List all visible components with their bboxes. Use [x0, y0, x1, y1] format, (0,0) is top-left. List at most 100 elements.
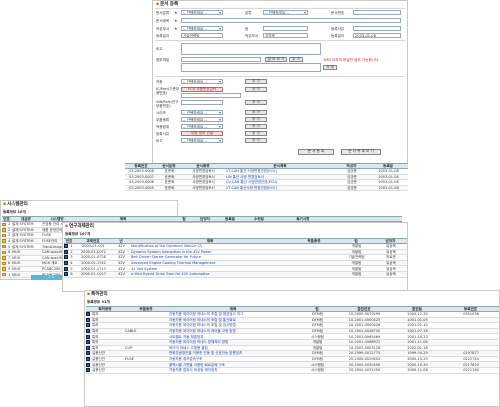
- add-file-button[interactable]: 추 가: [289, 57, 303, 62]
- row-checkbox[interactable]: [64, 266, 68, 271]
- pat-title-cell[interactable]: 자동차용 와이어링 하네스의 조립 및 점검검사 지그: [168, 312, 298, 316]
- series-select[interactable]: -- 선택하세요 --: [181, 110, 223, 115]
- row-checkbox[interactable]: [86, 351, 90, 356]
- folder-icon: [2, 261, 6, 266]
- res-no-cell: 6: [70, 272, 73, 277]
- writer-dept-select[interactable]: -- 선택하세요 --: [181, 26, 223, 31]
- row-checkbox[interactable]: [86, 334, 90, 339]
- doc-kind-cell: 사양변경검토서: [192, 180, 215, 185]
- ic-part-label: IC/Part(기준부품번호): [156, 87, 180, 96]
- team-input[interactable]: 기술전략팀: [181, 33, 223, 38]
- ecu-input-button[interactable]: ECU 부품번호입력: [181, 87, 223, 92]
- attach-notice: 1MB 이하의 파일만 첨부 가능합니다.: [323, 58, 380, 62]
- pat-col-kind: 특허종류: [98, 306, 112, 311]
- series-add-button[interactable]: 추 가: [245, 110, 267, 115]
- row-checkbox[interactable]: [64, 244, 68, 249]
- pat-regno-cell: 0197877: [463, 351, 479, 356]
- spec-add-button[interactable]: 추 가: [245, 117, 267, 122]
- row-checkbox[interactable]: [64, 249, 68, 254]
- row-checkbox[interactable]: [86, 345, 90, 350]
- res-title-cell[interactable]: 42 Volt System: [130, 267, 290, 271]
- pat-title-cell[interactable]: 자동차용 와이어링 하네스의 케이블 고정 방법: [168, 329, 298, 333]
- pat-team-cell: DFM팀: [312, 312, 323, 317]
- scope-select[interactable]: -- 선택하세요 --: [181, 124, 223, 129]
- doc-name-input[interactable]: [181, 18, 401, 23]
- pat-title-cell[interactable]: 자동차용 와이어링 하네스 방재처리 방법: [168, 340, 298, 344]
- vin-part-input[interactable]: [181, 100, 223, 105]
- attach-input[interactable]: [181, 57, 261, 62]
- row-checkbox[interactable]: [86, 312, 90, 317]
- pat-title-cell[interactable]: 변화무쌍경관을 이용한 진동 및 신호전송 방향장치: [168, 351, 298, 355]
- res-title-cell[interactable]: Identification of the Optimum Vehicle (2…: [130, 244, 290, 248]
- vin-add-button[interactable]: 추 가: [245, 100, 267, 105]
- row-checkbox[interactable]: [86, 329, 90, 334]
- pat-appno-cell: 10-2001-0065469: [348, 334, 381, 339]
- pat-title-cell[interactable]: 와이어 하네스 고정용 클립: [168, 346, 298, 350]
- patent-title: 특허관리: [87, 292, 108, 297]
- sys-no-cell: 2: [7, 228, 10, 232]
- writer-input[interactable]: [263, 26, 308, 31]
- pat-kind-cell: 실용신안: [92, 368, 105, 373]
- row-checkbox[interactable]: [86, 362, 90, 367]
- res-title-cell[interactable]: Belt Driven Starter Generator for Future: [130, 255, 290, 259]
- registry-input[interactable]: [353, 26, 401, 31]
- doc-type-select[interactable]: -- 선택하세요 --: [181, 10, 223, 15]
- part-link-add-button[interactable]: 추 가: [245, 131, 267, 136]
- sys-col-no: 번호: [3, 216, 10, 221]
- doc-title-cell[interactable]: VT-CAN 통신 사양변경관련(ECU): [225, 169, 335, 173]
- pat-title-cell[interactable]: 자동차용 접촉식 비상등 제어장치: [168, 368, 298, 372]
- vehicle-select[interactable]: -- 선택하세요 --: [181, 79, 223, 84]
- pat-title-cell[interactable]: 자동차용 휴즈접속구조: [168, 357, 298, 361]
- doclist-row[interactable]: 03-2003-0005 표준화 사양변경검토서 VT-CAN 통신사양 변경관련(E…: [125, 185, 408, 192]
- attach-list[interactable]: [181, 63, 321, 72]
- remark-textarea[interactable]: [181, 43, 321, 55]
- row-checkbox[interactable]: [64, 261, 68, 266]
- row-checkbox[interactable]: [86, 368, 90, 373]
- other-select[interactable]: -- 선택하세요 --: [181, 138, 223, 143]
- res-no-cell: 5: [70, 266, 73, 271]
- pat-kind-cell: 특허: [92, 317, 99, 322]
- row-checkbox[interactable]: [86, 323, 90, 328]
- date-input[interactable]: 2003-01-08: [353, 33, 401, 38]
- pat-title-cell[interactable]: 클렉시블 기판을 이용한 회로분배 구조: [168, 363, 298, 367]
- pat-appno-cell: 20-2000-0029452: [348, 357, 381, 362]
- category-select[interactable]: -- 선택하세요 --: [263, 10, 308, 15]
- res-team-cell: 개발팀: [351, 244, 362, 249]
- row-checkbox[interactable]: [86, 357, 90, 362]
- pat-title-cell[interactable]: 자동차용 와이어링 하네스의 조립 및 통신회로: [168, 318, 298, 322]
- scope-add-button[interactable]: 추 가: [245, 124, 267, 129]
- res-title-cell[interactable]: Dynamic System Interaction in the 42V Po…: [130, 250, 290, 254]
- doc-date-cell: 2003-01-08: [378, 186, 399, 191]
- res-year-cell: 42V: [118, 272, 125, 277]
- ic-part-list[interactable]: [181, 93, 241, 98]
- res-title-cell[interactable]: A Mild Hybrid Drive Train for 42V Automo…: [130, 272, 290, 276]
- doclist-col-writer: 작성자: [346, 163, 357, 168]
- doc-title-cell[interactable]: CV-CAN 통신 사양변경관련(ECU): [225, 180, 335, 184]
- res-title-cell[interactable]: Advanced Engine Cooling Thermal Manageme…: [130, 261, 290, 265]
- row-checkbox[interactable]: [64, 272, 68, 277]
- row-checkbox[interactable]: [64, 255, 68, 260]
- save-document-button[interactable]: 문 서 등 록: [298, 149, 334, 155]
- row-checkbox[interactable]: [86, 340, 90, 345]
- sys-no-cell: 4: [7, 239, 10, 243]
- part-link-button[interactable]: 부품 정보 연결: [181, 131, 223, 136]
- research-row[interactable]: 6 2000-01-C017 42V A Mild Hybrid Drive Trai…: [64, 271, 407, 278]
- ic-add-button[interactable]: 추 가: [245, 87, 267, 92]
- patent-row[interactable]: 실용신안 자동차용 접촉식 비상등 제어장치 시스템팀 20-2000-0031250…: [86, 368, 499, 374]
- delete-file-button[interactable]: 삭 제: [323, 65, 337, 70]
- doc-no-input[interactable]: [353, 10, 401, 15]
- pat-title-cell[interactable]: 자동차용 와이어링 하네스의 조립 및 검사방법: [168, 323, 298, 327]
- vehicle-add-button[interactable]: 추 가: [245, 79, 267, 84]
- doc-title-cell[interactable]: LIN 통신 사양 변경검토서: [225, 175, 335, 179]
- row-checkbox[interactable]: [86, 317, 90, 322]
- sysmgmt-pager-text[interactable]: 1 2: [48, 275, 54, 279]
- other-add-button[interactable]: 추 가: [245, 138, 267, 143]
- document-list-button[interactable]: 문 서 목 록 보 기: [341, 149, 381, 155]
- writer-name-input[interactable]: 김영준: [263, 33, 308, 38]
- pat-title-cell[interactable]: 시트벨트 자동 체결장치: [168, 335, 298, 339]
- sys-group-cell: 설계 SYSTEM: [12, 222, 34, 227]
- find-file-button[interactable]: 찾 아 보 기: [265, 57, 287, 62]
- res-owner-cell: 유상욱: [386, 261, 396, 266]
- spec-select[interactable]: -- 선택하세요 --: [181, 117, 223, 122]
- doc-title-cell[interactable]: VT-CAN 통신사양 변경관련(ECU): [225, 186, 335, 190]
